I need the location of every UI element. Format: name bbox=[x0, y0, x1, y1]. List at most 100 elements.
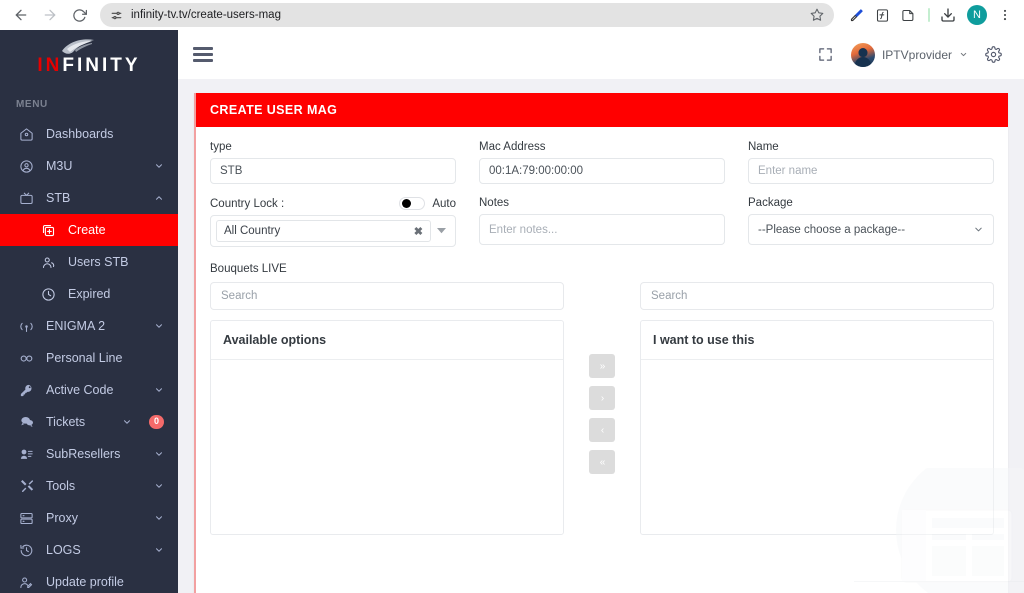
sidebar-item-m3u[interactable]: M3U bbox=[0, 150, 178, 182]
toolbar-divider bbox=[928, 8, 930, 22]
field-mac-address: Mac Address bbox=[479, 141, 725, 184]
infinity-icon bbox=[18, 350, 35, 367]
sidebar-menu-heading: MENU bbox=[16, 99, 48, 110]
sidebar-item-label: Users STB bbox=[68, 255, 129, 269]
type-input[interactable] bbox=[210, 158, 456, 184]
key-icon bbox=[18, 382, 35, 399]
broadcast-icon bbox=[18, 318, 35, 335]
auto-toggle[interactable] bbox=[399, 197, 426, 210]
app-shell: INFINITY MENU Dashboards M3U STB Create … bbox=[0, 30, 1024, 593]
chevron-down-icon bbox=[154, 449, 164, 459]
selected-pane: I want to use this bbox=[640, 282, 994, 535]
sidebar-item-proxy[interactable]: Proxy bbox=[0, 502, 178, 534]
browser-profile-avatar[interactable]: N bbox=[967, 5, 987, 25]
tickets-badge: 0 bbox=[148, 415, 164, 429]
sidebar-item-enigma-2[interactable]: ENIGMA 2 bbox=[0, 310, 178, 342]
username-label: IPTVprovider bbox=[881, 47, 952, 62]
sidebar-item-tools[interactable]: Tools bbox=[0, 470, 178, 502]
field-notes: Notes bbox=[479, 197, 725, 247]
field-package: Package --Please choose a package-- bbox=[748, 197, 994, 247]
dual-listbox: Available options » › ‹ « bbox=[210, 282, 994, 535]
sidebar-item-active-code[interactable]: Active Code bbox=[0, 374, 178, 406]
chat-icon bbox=[18, 414, 35, 431]
available-search-input[interactable] bbox=[210, 282, 564, 310]
type-label: type bbox=[210, 141, 232, 153]
sidebar-item-tickets[interactable]: Tickets 0 bbox=[0, 406, 178, 438]
toggle-knob bbox=[402, 199, 412, 208]
download-icon[interactable] bbox=[936, 3, 960, 27]
chevron-down-icon bbox=[122, 417, 132, 427]
name-label: Name bbox=[748, 141, 779, 153]
move-all-right-button[interactable]: » bbox=[589, 354, 615, 378]
address-bar-url: infinity-tv.tv/create-users-mag bbox=[131, 9, 281, 21]
auto-toggle-group[interactable]: Auto bbox=[399, 197, 456, 210]
country-tag-label: All Country bbox=[224, 225, 281, 237]
sidebar-item-update-profile[interactable]: Update profile bbox=[0, 566, 178, 593]
notes-input[interactable] bbox=[479, 214, 725, 245]
bookmark-star-icon[interactable] bbox=[810, 8, 824, 22]
logo-text: INFINITY bbox=[31, 55, 147, 77]
chevron-down-icon bbox=[154, 513, 164, 523]
history-icon bbox=[18, 542, 35, 559]
move-right-button[interactable]: › bbox=[589, 386, 615, 410]
gear-icon[interactable] bbox=[976, 38, 1010, 72]
notes-label: Notes bbox=[479, 197, 510, 209]
logo-text-suffix: FINITY bbox=[62, 54, 141, 76]
selected-options-panel: I want to use this bbox=[640, 320, 994, 535]
clock-icon bbox=[40, 286, 57, 303]
sidebar-item-subresellers[interactable]: SubResellers bbox=[0, 438, 178, 470]
package-select[interactable]: --Please choose a package-- bbox=[748, 214, 994, 245]
brand-logo[interactable]: INFINITY bbox=[0, 30, 178, 85]
fullscreen-icon[interactable] bbox=[809, 38, 843, 72]
selected-search-input[interactable] bbox=[640, 282, 994, 310]
kebab-menu-icon[interactable] bbox=[994, 3, 1016, 27]
field-country-lock: Country Lock : Auto All Country ✖ bbox=[210, 197, 456, 247]
selected-options-title: I want to use this bbox=[641, 321, 993, 360]
sidebar-item-label: ENIGMA 2 bbox=[46, 319, 106, 333]
move-all-left-button[interactable]: « bbox=[589, 450, 615, 474]
card-body: type Mac Address Name bbox=[196, 127, 1008, 535]
available-options-panel: Available options bbox=[210, 320, 564, 535]
move-left-button[interactable]: ‹ bbox=[589, 418, 615, 442]
country-tag[interactable]: All Country ✖ bbox=[216, 220, 431, 242]
chevron-down-icon bbox=[154, 385, 164, 395]
sidebar-item-label: Personal Line bbox=[46, 351, 123, 365]
sidebar-item-label: Proxy bbox=[46, 511, 78, 525]
chevron-down-icon[interactable] bbox=[431, 228, 451, 234]
sidebar-item-personal-line[interactable]: Personal Line bbox=[0, 342, 178, 374]
sidebar-item-label: Create bbox=[68, 223, 106, 237]
tv-icon bbox=[18, 190, 35, 207]
hamburger-icon[interactable] bbox=[190, 42, 216, 68]
form-row-2: Country Lock : Auto All Country ✖ Notes … bbox=[210, 197, 994, 247]
sidebar-item-users-stb[interactable]: Users STB bbox=[0, 246, 178, 278]
chevron-down-icon bbox=[973, 224, 984, 235]
sidebar-item-label: Expired bbox=[68, 287, 111, 301]
sidebar-item-stb[interactable]: STB bbox=[0, 182, 178, 214]
back-button[interactable] bbox=[8, 2, 34, 28]
eyedropper-icon[interactable] bbox=[844, 3, 868, 27]
mac-address-input[interactable] bbox=[479, 158, 725, 184]
address-bar[interactable]: infinity-tv.tv/create-users-mag bbox=[100, 3, 834, 27]
sidebar-item-expired[interactable]: Expired bbox=[0, 278, 178, 310]
field-name: Name bbox=[748, 141, 994, 184]
tag-icon[interactable] bbox=[896, 3, 920, 27]
users-icon bbox=[40, 254, 57, 271]
sidebar-item-create[interactable]: Create bbox=[0, 214, 178, 246]
bouquets-live-label: Bouquets LIVE bbox=[210, 263, 287, 275]
name-input[interactable] bbox=[748, 158, 994, 184]
country-lock-select[interactable]: All Country ✖ bbox=[210, 215, 456, 247]
sidebar-item-dashboards[interactable]: Dashboards bbox=[0, 118, 178, 150]
forward-button[interactable] bbox=[37, 2, 63, 28]
site-settings-icon[interactable] bbox=[110, 9, 123, 22]
selected-options-list[interactable] bbox=[641, 360, 993, 534]
close-icon[interactable]: ✖ bbox=[414, 225, 423, 238]
user-menu[interactable]: IPTVprovider bbox=[843, 38, 976, 72]
user-circle-icon bbox=[18, 158, 35, 175]
available-options-list[interactable] bbox=[211, 360, 563, 534]
sidebar: INFINITY MENU Dashboards M3U STB Create … bbox=[0, 30, 178, 593]
formula-icon[interactable] bbox=[870, 3, 894, 27]
sidebar-item-logs[interactable]: LOGS bbox=[0, 534, 178, 566]
avatar bbox=[850, 42, 875, 67]
create-user-card: CREATE USER MAG type Mac Address bbox=[194, 93, 1008, 593]
reload-button[interactable] bbox=[66, 2, 92, 28]
